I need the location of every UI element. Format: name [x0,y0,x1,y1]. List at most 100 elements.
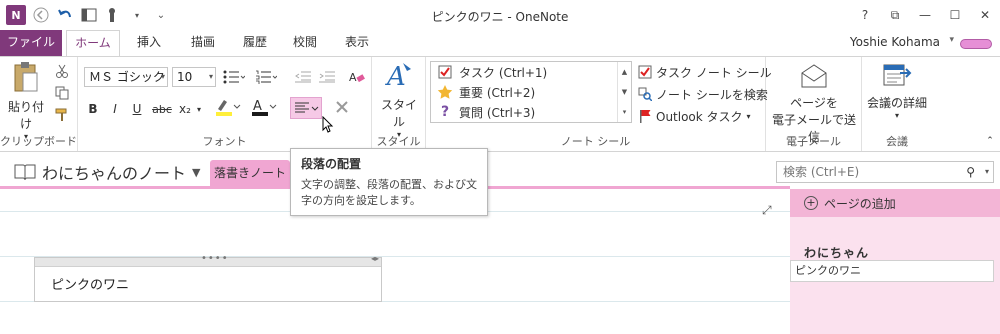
increase-indent-icon[interactable] [316,67,338,87]
clear-formatting-icon[interactable]: A [346,67,368,87]
question-mark-icon: ? [440,104,450,120]
tags-gallery-scroll[interactable]: ▲ ▼ ▾ [617,62,631,122]
highlight-button[interactable] [212,97,244,117]
find-tags-button[interactable]: ノート シールを検索 [638,83,768,105]
notebook-selector[interactable]: わにちゃんのノート ▼ [14,160,200,184]
chevron-down-icon: ▼ [192,165,201,179]
chevron-down-icon: ▾ [208,72,213,81]
decrease-indent-icon[interactable] [292,67,314,87]
tooltip-body: 文字の調整、段落の配置、および文字の方向を設定します。 [301,178,477,207]
note-container[interactable]: •••• ◂▸ ピンクのワニ [34,253,382,302]
clear-format-x-icon[interactable] [330,97,354,117]
maximize-icon[interactable]: ☐ [940,0,970,30]
todo-tag-button[interactable]: タスク ノート シール [638,61,772,83]
title-bar: N ▾ ⌄ ピンクのワニ - OneNote ? ⧉ — ☐ ✕ [0,0,1000,30]
highlighter-icon [216,100,241,116]
user-name[interactable]: Yoshie Kohama [850,35,940,49]
tab-view[interactable]: 表示 [332,30,382,56]
group-label: フォント [202,135,247,148]
page-list-item[interactable]: ピンクのワニ [790,260,994,282]
help-icon[interactable]: ? [850,0,880,30]
group-font: ＭＳ ゴシック ▾ 10 ▾ A B I U abc x₂ ▾ A フォント [78,57,372,151]
envelope-icon [770,63,858,92]
chevron-down-icon: ▾ [160,72,165,81]
ribbon: 貼り付け ▾ クリップボード ＭＳ ゴシック ▾ 10 ▾ A B I U ab… [0,56,1000,152]
resize-arrows-icon[interactable]: ◂▸ [371,254,379,263]
copy-icon[interactable] [52,83,72,103]
meeting-details-button[interactable]: 会議の詳細 ▾ [862,61,932,120]
note-container-handle[interactable]: •••• ◂▸ [35,253,381,267]
open-book-icon [14,164,36,181]
close-icon[interactable]: ✕ [970,0,1000,30]
tooltip-title: 段落の配置 [301,157,362,171]
font-size-combo[interactable]: 10 ▾ [172,67,216,87]
minimize-icon[interactable]: — [910,0,940,30]
strikethrough-button[interactable]: abc [150,99,174,119]
section-tab[interactable]: 落書きノート [210,160,290,189]
clipboard-icon [4,61,48,96]
tooltip: 段落の配置 文字の調整、段落の配置、および文字の方向を設定します。 [290,148,488,216]
chevron-down-icon: ▾ [894,111,899,120]
tag-item-important[interactable]: 重要 (Ctrl+2) [431,82,617,102]
tag-item-question[interactable]: ? 質問 (Ctrl+3) [431,102,617,122]
chevron-up-icon[interactable]: ▲ [618,62,631,82]
notebook-title: わにちゃんのノート [42,164,187,183]
numbered-list-icon [256,70,277,84]
paragraph-alignment-button[interactable] [290,97,322,119]
bold-button[interactable]: B [84,99,102,119]
search-icon[interactable]: ⚲ [966,162,975,182]
paste-button[interactable]: 貼り付け ▾ [4,61,48,141]
group-label: 電子メール [786,135,841,148]
numbering-button[interactable] [252,67,280,87]
svg-text:A: A [349,71,357,84]
add-page-button[interactable]: + ページの追加 [790,189,1000,217]
expand-gallery-icon[interactable]: ▾ [618,102,631,122]
styles-button[interactable]: A スタイル ▾ [378,61,420,139]
font-color-button[interactable]: A [248,97,280,117]
svg-text:A: A [253,99,262,114]
ribbon-tabs: ファイル ホーム 挿入 描画 履歴 校閲 表示 Yoshie Kohama ▾ [0,30,1000,57]
window-controls: ? ⧉ — ☐ ✕ [850,0,1000,30]
tab-history[interactable]: 履歴 [232,30,278,56]
group-meetings: 会議の詳細 ▾ 会議 [862,57,932,151]
outlook-tasks-button[interactable]: Outlook タスク ▾ [638,105,751,127]
chevron-down-icon[interactable]: ▾ [194,99,204,119]
checkbox-icon [431,65,459,79]
section-name: わにちゃん [804,246,870,260]
bullet-list-icon [223,70,245,84]
tags-gallery: タスク (Ctrl+1) 重要 (Ctrl+2) ? 質問 (Ctrl+3) ▲… [430,61,632,123]
svg-text:A: A [385,62,406,91]
chevron-down-icon[interactable]: ▾ [949,35,954,45]
plus-circle-icon: + [804,196,818,210]
search-input[interactable]: 検索 (Ctrl+E) ⚲ ▾ [776,161,994,183]
group-label: 会議 [886,135,908,148]
collapse-ribbon-icon[interactable]: ⌃ [984,131,996,151]
cut-icon[interactable] [52,61,72,81]
font-color-icon: A [252,99,277,116]
ribbon-display-icon[interactable]: ⧉ [880,0,910,30]
italic-button[interactable]: I [106,99,124,119]
full-page-view-icon[interactable]: ⤢ [762,203,772,218]
bullets-button[interactable] [220,67,248,87]
subscript-button[interactable]: x₂ [176,99,194,119]
tab-review[interactable]: 校閲 [282,30,328,56]
star-icon [431,84,459,100]
pages-panel: + ページの追加 わにちゃん ピンクのワニ [790,189,1000,334]
underline-button[interactable]: U [128,99,146,119]
meeting-details-icon [862,61,932,92]
chevron-down-icon[interactable]: ▼ [618,82,631,102]
drag-handle-icon[interactable]: •••• [201,253,229,264]
tab-file[interactable]: ファイル [0,30,62,56]
format-painter-icon[interactable] [52,105,72,125]
tab-insert[interactable]: 挿入 [124,30,174,56]
chevron-down-icon[interactable]: ▾ [985,162,989,182]
tab-draw[interactable]: 描画 [178,30,228,56]
notebook-bar: わにちゃんのノート ▼ 落書きノート 検索 (Ctrl+E) ⚲ ▾ [0,153,1000,189]
group-label: クリップボード [0,135,77,148]
align-left-icon [295,102,319,113]
group-styles: A スタイル ▾ スタイル [372,57,426,151]
tag-item-task[interactable]: タスク (Ctrl+1) [431,62,617,82]
font-name-combo[interactable]: ＭＳ ゴシック ▾ [84,67,168,87]
tab-home[interactable]: ホーム [66,30,120,57]
note-text[interactable]: ピンクのワニ [51,274,129,293]
